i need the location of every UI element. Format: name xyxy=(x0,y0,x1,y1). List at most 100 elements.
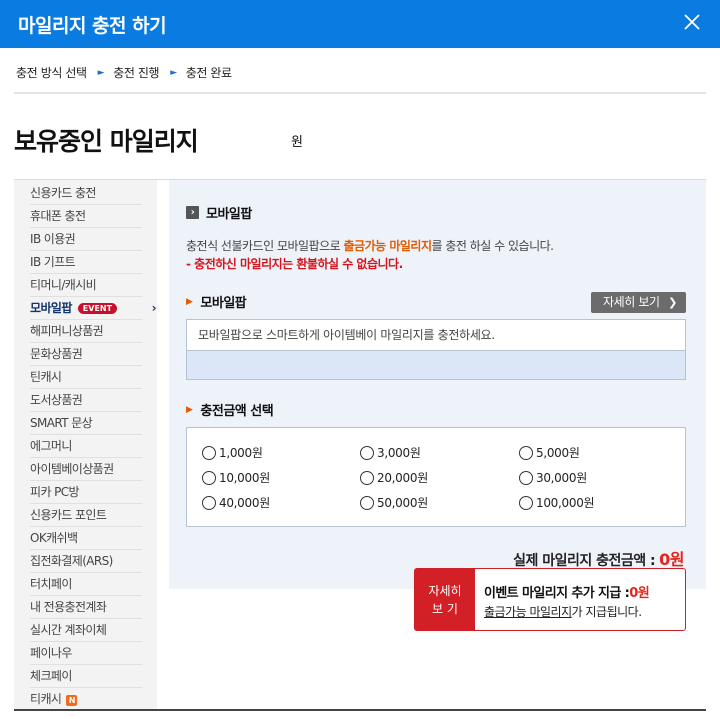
amount-option-label: 1,000원 xyxy=(219,446,263,460)
sidebar-item-label: 도서상품권 xyxy=(30,393,83,407)
sidebar-item[interactable]: 실시간 계좌이체 xyxy=(30,619,142,642)
sidebar-item[interactable]: IB 이용권 xyxy=(30,228,142,251)
amount-option[interactable]: 30,000원 xyxy=(519,469,587,486)
sidebar-item-label: IB 기프트 xyxy=(30,255,76,269)
arrow-right-icon: ► xyxy=(170,67,177,78)
amount-option[interactable]: 50,000원 xyxy=(360,494,428,511)
event-detail-label-1: 자세히 xyxy=(428,584,462,598)
sidebar-item[interactable]: 페이나우 xyxy=(30,642,142,665)
triangle-right-icon: ▶ xyxy=(186,296,193,307)
event-note: 출금가능 마일리지가 지급됩니다. xyxy=(484,603,642,620)
event-badge: EVENT xyxy=(77,303,118,314)
sidebar-item[interactable]: IB 기프트 xyxy=(30,251,142,274)
breadcrumb: 충전 방식 선택 ► 충전 진행 ► 충전 완료 xyxy=(16,64,232,81)
section-title: › 모바일팝 xyxy=(186,203,252,222)
event-detail-button[interactable]: 자세히 보 기 xyxy=(415,569,475,630)
amount-option[interactable]: 1,000원 xyxy=(202,444,263,461)
sidebar-item[interactable]: 내 전용충전계좌 xyxy=(30,596,142,619)
amount-option[interactable]: 3,000원 xyxy=(360,444,421,461)
event-bonus-box: 자세히 보 기 이벤트 마일리지 추가 지급 :0원 출금가능 마일리지가 지급… xyxy=(414,568,686,631)
radio-button[interactable] xyxy=(519,470,533,485)
actual-charge-amount: 실제 마일리지 충전금액 :0원 xyxy=(513,546,684,570)
sidebar-item-label: 체크페이 xyxy=(30,669,72,683)
sidebar-item[interactable]: 티캐시 N xyxy=(30,688,142,711)
sidebar-item[interactable]: 모바일팝 EVENT › xyxy=(30,297,157,320)
arrow-right-icon: ► xyxy=(97,67,105,78)
mobilepop-info-box: 모바일팝으로 스마트하게 아이템베이 마일리지를 충전하세요. xyxy=(186,319,686,380)
sidebar-item-label: 에그머니 xyxy=(30,439,72,453)
amount-option[interactable]: 40,000원 xyxy=(202,494,270,511)
sidebar-item-label: 실시간 계좌이체 xyxy=(30,623,107,637)
withdrawable-mileage-highlight: 출금가능 마일리지 xyxy=(343,239,433,253)
sidebar-item[interactable]: 신용카드 충전 xyxy=(30,182,142,205)
withdrawable-mileage-link[interactable]: 출금가능 마일리지 xyxy=(484,605,572,619)
sidebar-item-label: 피카 PC방 xyxy=(30,485,80,499)
amount-option[interactable]: 20,000원 xyxy=(360,469,428,486)
close-icon[interactable] xyxy=(678,8,706,36)
amount-option[interactable]: 10,000원 xyxy=(202,469,270,486)
event-bonus-line: 이벤트 마일리지 추가 지급 :0원 xyxy=(484,582,650,601)
title-bar: 마일리지 충전 하기 xyxy=(0,0,720,48)
sidebar-item[interactable]: 집전화결제(ARS) xyxy=(30,550,142,573)
sidebar-item-label: OK캐쉬백 xyxy=(30,531,78,545)
sidebar-item-label: 모바일팝 xyxy=(30,301,72,315)
radio-button[interactable] xyxy=(202,445,216,460)
event-bonus-value: 0원 xyxy=(629,586,650,601)
sidebar-item-label: 휴대폰 충전 xyxy=(30,209,86,223)
sidebar-item-label: 틴캐시 xyxy=(30,370,62,384)
chevron-box-icon: › xyxy=(186,206,199,219)
radio-button[interactable] xyxy=(360,445,374,460)
triangle-right-icon: ▶ xyxy=(186,404,193,415)
step-complete: 충전 완료 xyxy=(185,66,232,80)
radio-button[interactable] xyxy=(519,495,533,510)
chevron-right-icon: ❯ xyxy=(668,296,677,309)
description-text-end: 를 충전 하실 수 있습니다. xyxy=(431,239,554,253)
divider xyxy=(14,92,706,94)
sidebar-menu: 신용카드 충전휴대폰 충전 IB 이용권 IB 기프트티머니/캐시비모바일팝 EVEN… xyxy=(14,180,157,711)
step-select-method: 충전 방식 선택 xyxy=(16,66,87,80)
amount-option-label: 3,000원 xyxy=(377,446,421,460)
chevron-right-icon: › xyxy=(151,301,157,315)
sidebar-item[interactable]: 티머니/캐시비 xyxy=(30,274,142,297)
amount-option[interactable]: 100,000원 xyxy=(519,494,595,511)
sidebar-item[interactable]: OK캐쉬백 xyxy=(30,527,142,550)
sidebar-item-label: 문화상품권 xyxy=(30,347,83,361)
sidebar: 신용카드 충전휴대폰 충전 IB 이용권 IB 기프트티머니/캐시비모바일팝 EVEN… xyxy=(14,180,157,711)
sidebar-item-label: SMART 문상 xyxy=(30,416,93,430)
radio-button[interactable] xyxy=(360,470,374,485)
radio-button[interactable] xyxy=(202,470,216,485)
sidebar-item[interactable]: 신용카드 포인트 xyxy=(30,504,142,527)
section-title-text: 모바일팝 xyxy=(206,207,252,222)
sidebar-item-label: 페이나우 xyxy=(30,646,72,660)
sidebar-item[interactable]: 피카 PC방 xyxy=(30,481,142,504)
balance-unit: 원 xyxy=(291,135,303,150)
sidebar-item[interactable]: 도서상품권 xyxy=(30,389,142,412)
sidebar-item[interactable]: 해피머니상품권 xyxy=(30,320,142,343)
mobilepop-heading: ▶ 모바일팝 xyxy=(186,292,247,311)
sidebar-item[interactable]: 문화상품권 xyxy=(30,343,142,366)
amount-option-label: 40,000원 xyxy=(219,496,270,510)
sidebar-item[interactable]: 터치페이 xyxy=(30,573,142,596)
amount-heading: ▶ 충전금액 선택 xyxy=(186,400,274,419)
window-title: 마일리지 충전 하기 xyxy=(18,15,167,37)
radio-button[interactable] xyxy=(360,495,374,510)
sidebar-item-label: 티캐시 xyxy=(30,692,62,706)
amount-option[interactable]: 5,000원 xyxy=(519,444,580,461)
sidebar-item-label: 아이템베이상품권 xyxy=(30,462,114,476)
actual-charge-label: 실제 마일리지 충전금액 : xyxy=(513,553,656,569)
sidebar-item[interactable]: 체크페이 xyxy=(30,665,142,688)
amount-options-box: 1,000원 3,000원 5,000원 10,000원 20,000원 30,… xyxy=(186,427,686,527)
sidebar-item[interactable]: 아이템베이상품권 xyxy=(30,458,142,481)
detail-view-button[interactable]: 자세히 보기 ❯ xyxy=(591,292,686,313)
sidebar-item[interactable]: 틴캐시 xyxy=(30,366,142,389)
amount-heading-text: 충전금액 선택 xyxy=(200,404,274,419)
sidebar-item[interactable]: SMART 문상 xyxy=(30,412,142,435)
sidebar-item[interactable]: 에그머니 xyxy=(30,435,142,458)
event-detail-label-2: 보 기 xyxy=(432,602,458,616)
actual-charge-value: 0원 xyxy=(659,550,684,569)
sidebar-item[interactable]: 휴대폰 충전 xyxy=(30,205,142,228)
radio-button[interactable] xyxy=(519,445,533,460)
mobilepop-heading-text: 모바일팝 xyxy=(200,296,247,311)
radio-button[interactable] xyxy=(202,495,216,510)
divider xyxy=(14,709,706,711)
